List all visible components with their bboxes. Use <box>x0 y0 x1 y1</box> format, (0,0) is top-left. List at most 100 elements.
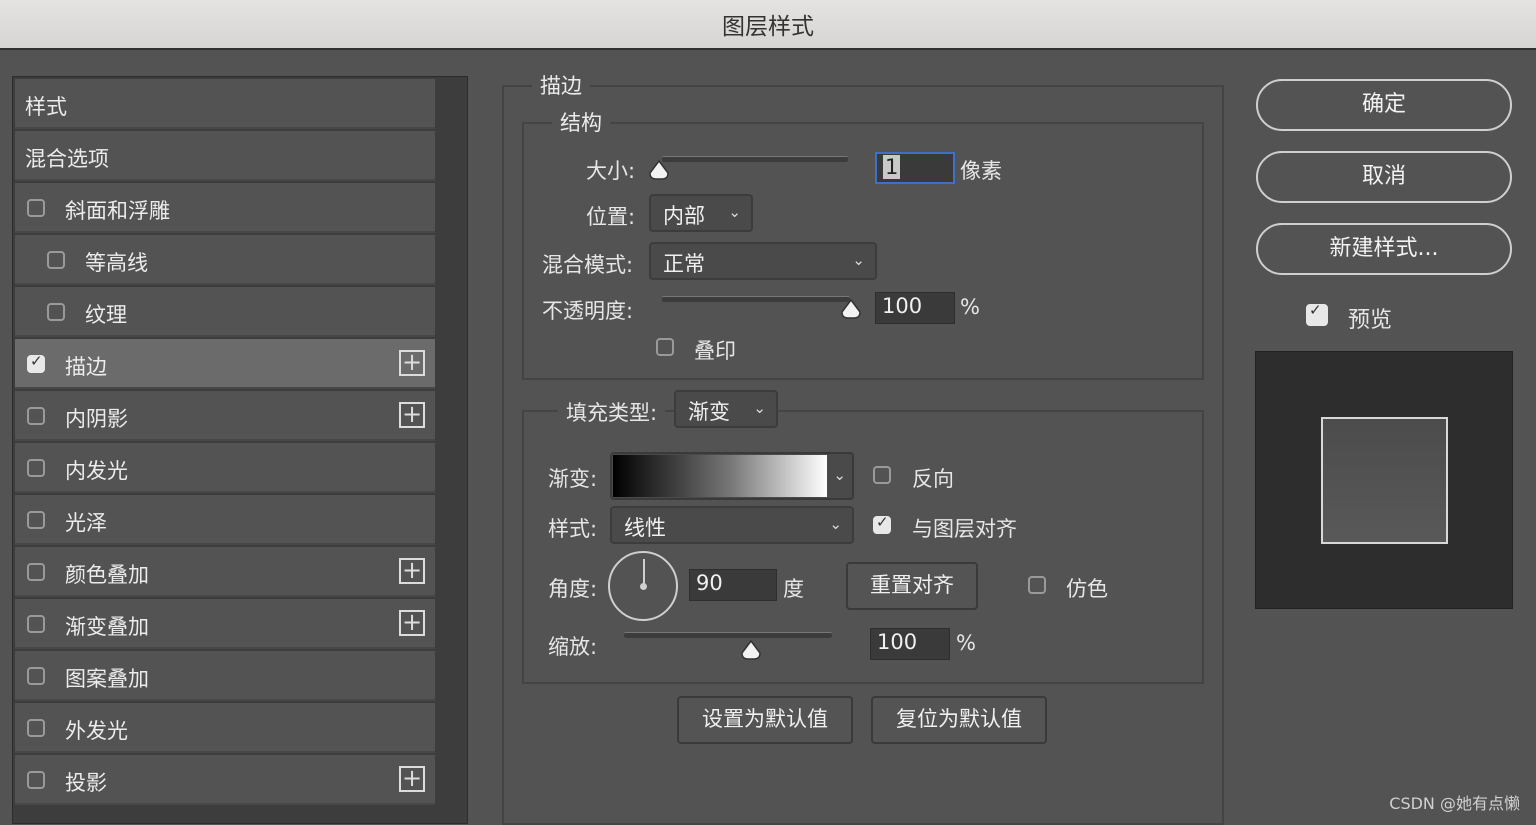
opacity-slider-track[interactable] <box>662 296 850 302</box>
inner-glow-checkbox[interactable] <box>27 459 45 477</box>
scale-slider-thumb[interactable] <box>740 639 762 661</box>
opacity-slider-thumb[interactable] <box>840 298 862 320</box>
fill-type-label: 填充类型: <box>558 397 666 427</box>
style-list-item-drop-shadow[interactable]: 投影 + <box>15 755 435 805</box>
size-input[interactable]: 1 <box>875 152 955 184</box>
blend-mode-label: 混合模式: <box>542 253 634 277</box>
size-value: 1 <box>883 155 901 179</box>
position-select[interactable]: 内部 ⌄ <box>649 194 753 232</box>
style-list-item-blending-options[interactable]: 混合选项 <box>15 131 435 181</box>
position-label: 位置: <box>586 205 636 229</box>
item-label: 图案叠加 <box>65 667 149 691</box>
fill-type-value: 渐变 <box>688 400 730 424</box>
contour-checkbox[interactable] <box>47 251 65 269</box>
size-slider-thumb[interactable] <box>648 159 670 181</box>
size-unit: 像素 <box>960 159 1002 183</box>
preview-checkbox[interactable] <box>1306 301 1328 326</box>
add-stroke-icon[interactable]: + <box>399 350 425 376</box>
style-list-item-gradient-overlay[interactable]: 渐变叠加 + <box>15 599 435 649</box>
add-gradient-overlay-icon[interactable]: + <box>399 610 425 636</box>
angle-input[interactable]: 90 <box>689 569 777 601</box>
item-label: 描边 <box>65 355 107 379</box>
item-label: 内阴影 <box>65 407 128 431</box>
reset-alignment-button[interactable]: 重置对齐 <box>846 562 978 610</box>
drop-shadow-checkbox[interactable] <box>27 771 45 789</box>
style-list-item-satin[interactable]: 光泽 <box>15 495 435 545</box>
chevron-down-icon[interactable]: ⌄ <box>833 466 846 484</box>
add-color-overlay-icon[interactable]: + <box>399 558 425 584</box>
overprint-checkbox[interactable] <box>656 338 674 356</box>
dither-label: 仿色 <box>1066 577 1108 601</box>
preview-square <box>1321 417 1448 544</box>
chevron-down-icon: ⌄ <box>753 399 766 417</box>
gradient-picker[interactable]: ⌄ <box>610 452 854 500</box>
pattern-overlay-checkbox[interactable] <box>27 667 45 685</box>
gradient-swatch[interactable] <box>613 455 827 497</box>
opacity-input[interactable]: 100 <box>875 292 955 324</box>
gradient-overlay-checkbox[interactable] <box>27 615 45 633</box>
gradient-style-select[interactable]: 线性 ⌄ <box>610 506 854 544</box>
angle-dial[interactable] <box>608 551 678 621</box>
reverse-checkbox[interactable] <box>873 466 891 484</box>
style-list-item-outer-glow[interactable]: 外发光 <box>15 703 435 753</box>
item-label: 光泽 <box>65 511 107 535</box>
style-list: 样式 混合选项 斜面和浮雕 等高线 纹理 描边 + 内阴影 + 内发光 光泽 颜… <box>12 76 468 824</box>
dither-checkbox[interactable] <box>1028 576 1046 594</box>
chevron-down-icon: ⌄ <box>852 251 865 269</box>
align-with-layer-label: 与图层对齐 <box>912 517 1017 541</box>
style-list-item-pattern-overlay[interactable]: 图案叠加 <box>15 651 435 701</box>
satin-checkbox[interactable] <box>27 511 45 529</box>
scale-input[interactable]: 100 <box>870 628 950 660</box>
chevron-down-icon: ⌄ <box>829 515 842 533</box>
item-label: 投影 <box>65 771 107 795</box>
title-bar: 图层样式 <box>0 0 1536 50</box>
opacity-label: 不透明度: <box>542 299 634 323</box>
gradient-label: 渐变: <box>548 467 598 491</box>
blend-mode-value: 正常 <box>663 252 705 276</box>
cancel-button[interactable]: 取消 <box>1256 151 1512 203</box>
align-with-layer-checkbox[interactable] <box>873 513 891 534</box>
bevel-emboss-checkbox[interactable] <box>27 199 45 217</box>
ok-button[interactable]: 确定 <box>1256 79 1512 131</box>
style-list-item-styles[interactable]: 样式 <box>15 79 435 129</box>
opacity-unit: % <box>960 295 980 319</box>
style-list-item-color-overlay[interactable]: 颜色叠加 + <box>15 547 435 597</box>
texture-checkbox[interactable] <box>47 303 65 321</box>
style-list-item-inner-glow[interactable]: 内发光 <box>15 443 435 493</box>
outer-glow-checkbox[interactable] <box>27 719 45 737</box>
chevron-down-icon: ⌄ <box>728 203 741 221</box>
blend-mode-select[interactable]: 正常 ⌄ <box>649 242 877 280</box>
style-label: 样式: <box>548 517 598 541</box>
add-drop-shadow-icon[interactable]: + <box>399 766 425 792</box>
item-label: 渐变叠加 <box>65 615 149 639</box>
position-value: 内部 <box>663 204 705 228</box>
reset-to-default-button[interactable]: 复位为默认值 <box>871 696 1047 744</box>
item-label: 内发光 <box>65 459 128 483</box>
fill-type-select[interactable]: 渐变 ⌄ <box>674 390 778 428</box>
size-label: 大小: <box>586 159 636 183</box>
inner-shadow-checkbox[interactable] <box>27 407 45 425</box>
style-list-item-bevel-emboss[interactable]: 斜面和浮雕 <box>15 183 435 233</box>
new-style-button[interactable]: 新建样式... <box>1256 223 1512 275</box>
stroke-legend: 描边 <box>532 70 590 100</box>
item-label: 颜色叠加 <box>65 563 149 587</box>
size-slider-track[interactable] <box>662 156 848 162</box>
item-label: 纹理 <box>85 303 127 327</box>
watermark: CSDN @她有点懒 <box>1389 794 1520 813</box>
make-default-button[interactable]: 设置为默认值 <box>677 696 853 744</box>
scale-label: 缩放: <box>548 635 598 659</box>
style-list-item-inner-shadow[interactable]: 内阴影 + <box>15 391 435 441</box>
style-list-item-stroke[interactable]: 描边 + <box>15 339 435 389</box>
style-list-item-texture[interactable]: 纹理 <box>15 287 435 337</box>
item-label: 样式 <box>25 95 67 119</box>
preview-label: 预览 <box>1348 308 1393 333</box>
gradient-style-value: 线性 <box>624 516 666 540</box>
dialog-title: 图层样式 <box>722 14 814 40</box>
style-list-item-contour[interactable]: 等高线 <box>15 235 435 285</box>
scale-slider-track[interactable] <box>624 632 832 638</box>
color-overlay-checkbox[interactable] <box>27 563 45 581</box>
add-inner-shadow-icon[interactable]: + <box>399 402 425 428</box>
style-preview <box>1255 351 1513 609</box>
angle-unit: 度 <box>783 577 804 601</box>
stroke-checkbox[interactable] <box>27 352 45 373</box>
